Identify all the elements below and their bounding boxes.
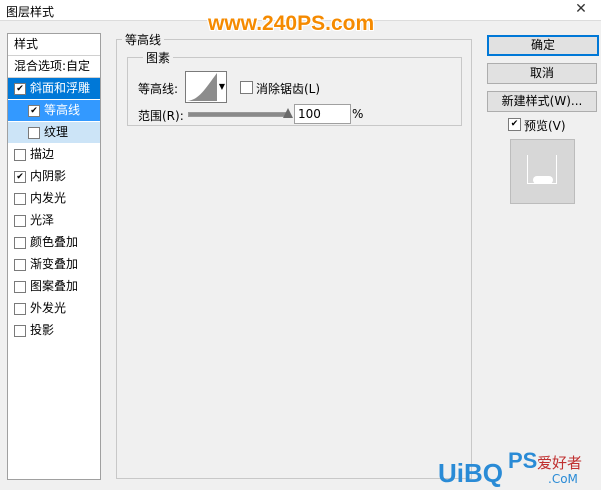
style-item[interactable]: 颜色叠加	[8, 232, 100, 253]
elements-group-title: 图素	[143, 49, 174, 66]
style-list: 样式 混合选项:自定 ✔ 斜面和浮雕 ✔ 等高线纹理描边 ✔ 内阴影内发光光泽颜色叠加渐变…	[7, 33, 101, 480]
new-style-button[interactable]: 新建样式(W)...	[487, 91, 597, 112]
corner-logo-dotcom: .CoM	[548, 472, 578, 486]
style-item[interactable]: ✔ 内阴影	[8, 166, 100, 187]
style-list-header[interactable]: 样式	[8, 34, 100, 56]
style-item[interactable]: 内发光	[8, 188, 100, 209]
style-item-label: 投影	[30, 323, 55, 337]
style-item[interactable]: 图案叠加	[8, 276, 100, 297]
range-slider-thumb[interactable]	[283, 108, 293, 118]
style-item[interactable]: ✔ 等高线	[8, 100, 100, 121]
close-icon[interactable]: ✕	[567, 0, 595, 18]
style-item[interactable]: 渐变叠加	[8, 254, 100, 275]
style-item-label: 颜色叠加	[30, 235, 79, 249]
style-item-checkbox[interactable]	[14, 303, 26, 315]
contour-group-title: 等高线	[122, 31, 165, 48]
style-item-label: 外发光	[30, 301, 67, 315]
cancel-button[interactable]: 取消	[487, 63, 597, 84]
style-item-label: 光泽	[30, 213, 55, 227]
window-title: 图层样式	[6, 5, 55, 19]
style-item-checkbox[interactable]: ✔	[28, 105, 40, 117]
style-item-label: 纹理	[44, 125, 69, 139]
style-item[interactable]: ✔ 斜面和浮雕	[8, 78, 100, 99]
corner-logo-ps: PS	[508, 448, 538, 473]
blend-options-label: 混合选项:自定	[14, 59, 91, 73]
preview-label: 预览(V)	[524, 119, 566, 133]
range-slider-fill	[189, 113, 289, 116]
style-list-header-label: 样式	[14, 37, 39, 51]
style-item-checkbox[interactable]	[14, 149, 26, 161]
blend-options-item[interactable]: 混合选项:自定	[8, 56, 100, 78]
style-item-checkbox[interactable]: ✔	[14, 171, 26, 183]
antialias-label: 消除锯齿(L)	[256, 82, 321, 96]
range-unit: %	[352, 107, 364, 121]
preview-highlight	[533, 176, 553, 184]
chevron-down-icon: ▼	[218, 82, 225, 91]
contour-picker[interactable]: ▼	[185, 71, 227, 103]
antialias-checkbox[interactable]	[240, 81, 253, 94]
style-item-checkbox[interactable]	[14, 215, 26, 227]
preview-checkbox[interactable]: ✔	[508, 118, 521, 131]
style-item-checkbox[interactable]: ✔	[14, 83, 26, 95]
ok-button[interactable]: 确定	[487, 35, 599, 56]
style-item-label: 图案叠加	[30, 279, 79, 293]
style-preview	[510, 139, 575, 204]
style-item[interactable]: 光泽	[8, 210, 100, 231]
style-item[interactable]: 投影	[8, 320, 100, 341]
style-item-checkbox[interactable]	[28, 127, 40, 139]
style-item[interactable]: 纹理	[8, 122, 100, 143]
range-input[interactable]: 100	[294, 104, 351, 124]
style-item-label: 渐变叠加	[30, 257, 79, 271]
range-label: 范围(R):	[138, 109, 184, 123]
check-icon: ✔	[510, 119, 519, 129]
style-item-checkbox[interactable]	[14, 325, 26, 337]
range-slider-track[interactable]	[188, 112, 290, 117]
style-item-checkbox[interactable]	[14, 281, 26, 293]
watermark: www.240PS.com	[208, 12, 375, 35]
style-item-label: 内发光	[30, 191, 67, 205]
style-item-checkbox[interactable]	[14, 193, 26, 205]
contour-curve-icon	[187, 73, 217, 101]
style-item-label: 等高线	[44, 103, 81, 117]
style-item-checkbox[interactable]	[14, 237, 26, 249]
style-item-label: 内阴影	[30, 169, 67, 183]
style-item[interactable]: 外发光	[8, 298, 100, 319]
corner-logo-uibq: UiBQ	[438, 458, 503, 488]
style-item[interactable]: 描边	[8, 144, 100, 165]
style-item-label: 斜面和浮雕	[30, 81, 91, 95]
corner-logo-site: 爱好者	[537, 454, 583, 472]
style-item-checkbox[interactable]	[14, 259, 26, 271]
contour-label: 等高线:	[138, 82, 179, 96]
style-item-label: 描边	[30, 147, 55, 161]
